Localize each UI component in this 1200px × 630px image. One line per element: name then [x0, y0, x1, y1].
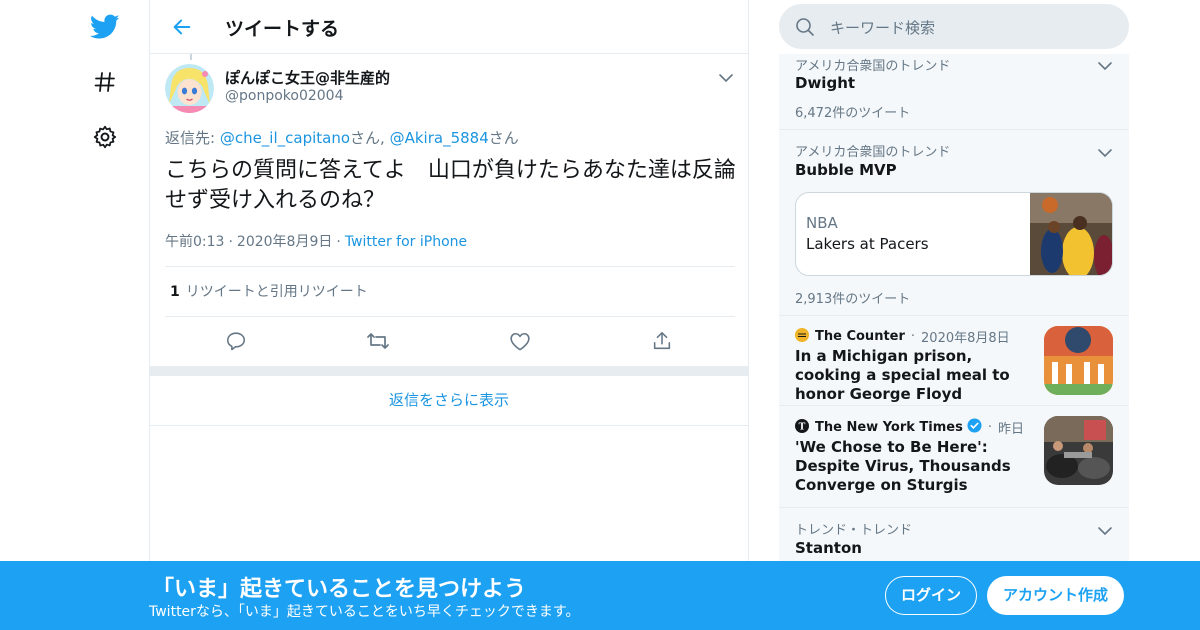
settings-icon[interactable] — [90, 122, 120, 152]
trend-item[interactable]: アメリカ合衆国のトレンド Bubble MVP NBA Lakers at Pa… — [779, 130, 1129, 316]
meta-separator: · — [910, 329, 916, 344]
retweet-count: 1 — [170, 284, 180, 300]
meta-separator: · — [336, 234, 341, 250]
svg-text:T: T — [799, 422, 806, 432]
chevron-down-icon[interactable] — [1097, 57, 1113, 71]
share-icon[interactable] — [649, 328, 675, 354]
page-header: ツイートする — [150, 0, 748, 54]
banner-title: 「いま」起きていることを見つけよう — [152, 577, 527, 602]
retweet-icon[interactable] — [365, 328, 391, 354]
news-headline: 'We Chose to Be Here': Despite Virus, Th… — [795, 438, 1011, 494]
trend-context: アメリカ合衆国のトレンド — [795, 145, 951, 160]
show-more-replies-link[interactable]: 返信をさらに表示 — [150, 376, 748, 426]
news-time: 昨日 — [998, 422, 1025, 437]
meta-separator: · — [987, 420, 992, 435]
chevron-down-icon[interactable] — [1097, 144, 1113, 158]
news-headline: In a Michigan prison, cooking a special … — [795, 347, 1010, 403]
card-category: NBA — [806, 214, 838, 232]
reply-prefix: 返信先: — [165, 129, 220, 147]
chevron-down-icon[interactable] — [1097, 522, 1113, 536]
reply-user-link[interactable]: @Akira_5884 — [390, 129, 489, 147]
news-source: T The New York Times · 昨日 — [795, 418, 1024, 437]
trend-event-card[interactable]: NBA Lakers at Pacers — [795, 192, 1113, 276]
trend-name: Dwight — [795, 74, 856, 92]
search-icon — [795, 17, 815, 41]
verified-badge-icon — [967, 418, 982, 437]
nyt-logo-icon: T — [795, 418, 809, 437]
tweet-meta: 午前0:13 · 2020年8月9日 · Twitter for iPhone — [165, 231, 467, 251]
banner-subtitle: Twitterなら、「いま」起きていることをいち早くチェックできます。 — [149, 604, 580, 620]
user-handle[interactable]: @ponpoko02004 — [225, 88, 344, 104]
news-time: 2020年8月8日 — [921, 331, 1010, 346]
reply-suffix: さん — [350, 129, 381, 147]
login-button[interactable]: ログイン — [885, 576, 977, 615]
trend-context: トレンド・トレンド — [795, 523, 913, 538]
thread-connector — [190, 54, 192, 60]
trend-item[interactable]: トレンド・トレンド Stanton — [779, 508, 1129, 564]
reply-user-link[interactable]: @che_il_capitano — [220, 129, 350, 147]
meta-separator: · — [228, 234, 233, 250]
source-logo-icon — [795, 327, 809, 346]
source-name: The New York Times — [815, 420, 963, 435]
trend-name: Bubble MVP — [795, 161, 897, 179]
divider — [165, 316, 735, 317]
trend-tweet-count: 2,913件のツイート — [795, 292, 911, 307]
hashtag-icon[interactable] — [90, 67, 120, 97]
display-name[interactable]: ぽんぽこ女王@非生産的 — [225, 67, 390, 88]
retweet-label: リツイートと引用リツイート — [185, 284, 368, 300]
tweet-time[interactable]: 午前0:13 — [165, 234, 224, 250]
retweet-stats[interactable]: 1 リツイートと引用リツイート — [170, 281, 368, 301]
divider — [165, 266, 735, 267]
trend-tweet-count: 6,472件のツイート — [795, 106, 911, 121]
trend-name: Stanton — [795, 539, 862, 557]
signup-button[interactable]: アカウント作成 — [987, 576, 1124, 615]
search-input[interactable]: キーワード検索 — [779, 4, 1129, 49]
trend-context: アメリカ合衆国のトレンド — [795, 59, 951, 74]
news-thumbnail — [1044, 326, 1113, 395]
tweet-date[interactable]: 2020年8月9日 — [237, 234, 332, 250]
reply-suffix: さん — [488, 129, 519, 147]
like-heart-icon[interactable] — [507, 328, 533, 354]
search-placeholder: キーワード検索 — [830, 19, 936, 37]
chevron-down-icon[interactable] — [718, 70, 734, 84]
main-column: ツイートする ぽんぽこ女王@非生産的 @ponpoko02004 返信先: @c… — [149, 0, 749, 630]
card-title: Lakers at Pacers — [806, 235, 929, 253]
trend-item[interactable]: アメリカ合衆国のトレンド Dwight 6,472件のツイート — [779, 54, 1129, 130]
news-thumbnail — [1044, 416, 1113, 485]
tweet-source-link[interactable]: Twitter for iPhone — [345, 234, 467, 250]
signup-banner: 「いま」起きていることを見つけよう Twitterなら、「いま」起きていることを… — [0, 561, 1200, 630]
tweet-text: こちらの質問に答えてよ 山口が負けたらあなた達は反論せず受け入れるのね？ — [165, 158, 736, 213]
news-item[interactable]: T The New York Times · 昨日 'We Chose to B… — [779, 406, 1129, 508]
source-name: The Counter — [815, 329, 905, 344]
left-nav — [0, 0, 150, 630]
avatar[interactable] — [165, 64, 214, 113]
trends-panel: アメリカ合衆国のトレンド Dwight 6,472件のツイート アメリカ合衆国の… — [779, 54, 1129, 564]
section-separator — [150, 366, 748, 376]
reply-icon[interactable] — [223, 328, 249, 354]
page-title: ツイートする — [225, 18, 340, 40]
basketball-photo — [1030, 193, 1112, 275]
news-item[interactable]: The Counter · 2020年8月8日 In a Michigan pr… — [779, 316, 1129, 406]
news-source: The Counter · 2020年8月8日 — [795, 327, 1010, 346]
reply-separator: , — [380, 129, 390, 147]
back-arrow-icon[interactable] — [168, 13, 196, 41]
reply-context: 返信先: @che_il_capitanoさん, @Akira_5884さん — [165, 127, 519, 148]
twitter-logo-icon[interactable] — [90, 12, 120, 42]
